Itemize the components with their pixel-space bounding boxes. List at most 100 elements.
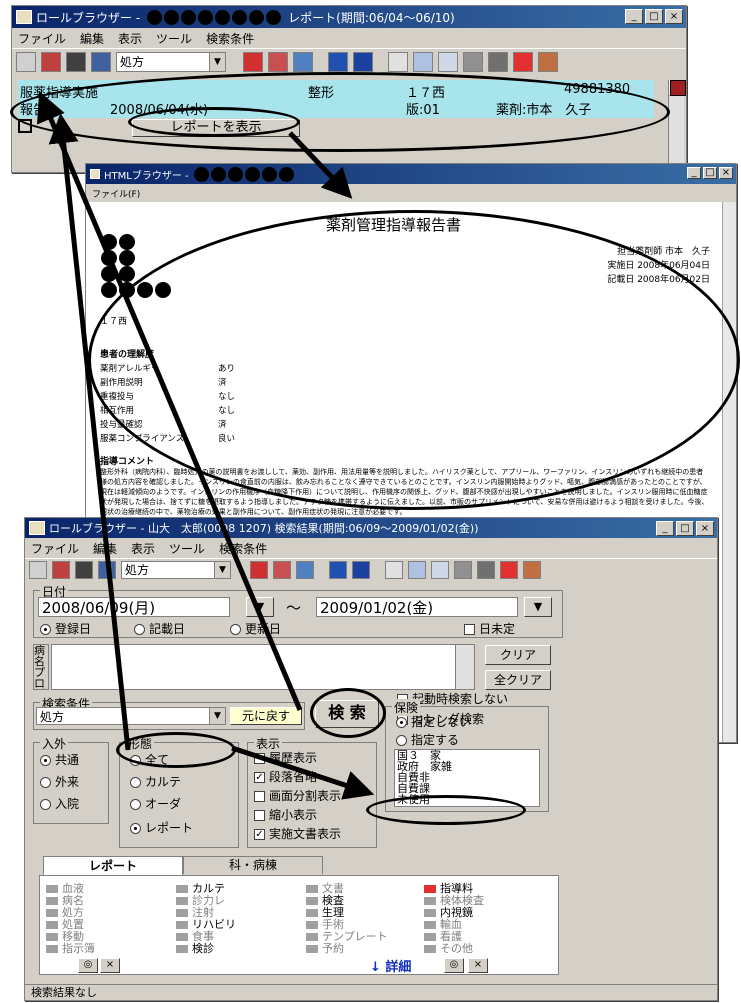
rep-icon[interactable] [293, 51, 313, 72]
disp-split-checkbox[interactable]: 画面分割表示 [254, 787, 341, 804]
no-entry-icon[interactable] [500, 560, 518, 579]
tab-report[interactable]: レポート [43, 856, 183, 876]
ins-specify-radio[interactable]: 指定する [396, 731, 459, 748]
red-doc-icon[interactable] [243, 51, 263, 72]
blue-frame-icon[interactable] [353, 51, 373, 72]
disp-omit-paragraph-checkbox[interactable]: ✓ 段落省略 [254, 768, 317, 785]
image-icon[interactable] [454, 560, 472, 579]
menu-file[interactable]: ファイル(F) [92, 190, 140, 200]
date-from-field[interactable]: 2008/06/09(月) [38, 597, 230, 617]
report-type-option[interactable]: 予約 [306, 940, 344, 956]
report-type-option[interactable]: 検診 [176, 940, 214, 956]
tree-icon[interactable] [431, 560, 449, 579]
clear-all-button[interactable]: 全クリア [485, 670, 551, 690]
date-opt-recorded[interactable]: 記載日 [134, 620, 185, 637]
close-button[interactable]: × [665, 9, 683, 24]
problem-list[interactable] [51, 644, 475, 690]
menu-search-conditions[interactable]: 検索条件 [219, 540, 267, 556]
pen-icon[interactable] [385, 560, 403, 579]
eye-button[interactable]: ◎ [78, 958, 98, 973]
chart-icon[interactable] [52, 560, 70, 579]
category-combo[interactable]: 処方 ▼ [121, 560, 231, 579]
image-icon[interactable] [463, 51, 483, 72]
side-bookmark-icon[interactable] [670, 80, 686, 96]
gallery-icon[interactable] [488, 51, 508, 72]
menu-tools[interactable]: ツール [156, 30, 192, 46]
menu-edit[interactable]: 編集 [93, 540, 117, 556]
menu-edit[interactable]: 編集 [80, 30, 104, 46]
binoculars-icon[interactable] [66, 51, 86, 72]
no-entry-icon[interactable] [513, 51, 533, 72]
doc-scrollbar[interactable] [722, 202, 736, 742]
ruler-icon[interactable] [413, 51, 433, 72]
chart-icon[interactable] [41, 51, 61, 72]
red-list-icon[interactable] [268, 51, 288, 72]
restore-button[interactable]: 元に戻す [230, 707, 302, 725]
ins-unspecified-radio[interactable]: 指定しない [396, 713, 471, 730]
form-report-radio[interactable]: レポート [130, 819, 193, 836]
maximize-button[interactable]: □ [676, 521, 694, 536]
minimize-button[interactable]: _ [687, 167, 701, 179]
blue-frame-icon[interactable] [352, 560, 370, 579]
eye-button-2[interactable]: ◎ [444, 958, 464, 973]
print-icon[interactable] [16, 51, 36, 72]
window-icon[interactable] [91, 51, 111, 72]
problem-scrollbar[interactable] [455, 644, 475, 690]
insurance-list[interactable]: 国３ 家政府 家雑 自費非 自費課 未使用 [394, 749, 540, 807]
gallery-icon[interactable] [477, 560, 495, 579]
close-button[interactable]: × [719, 167, 733, 179]
menu-file[interactable]: ファイル [18, 30, 66, 46]
detail-button[interactable]: ↓ 詳細 [370, 956, 411, 975]
inout-common-radio[interactable]: 共通 [40, 751, 79, 768]
date-to-dropdown[interactable]: ▼ [524, 597, 552, 617]
form-karte-radio[interactable]: カルテ [130, 773, 181, 790]
rep-icon[interactable] [296, 560, 314, 579]
red-doc-icon[interactable] [250, 560, 268, 579]
minimize-button[interactable]: _ [656, 521, 674, 536]
person-icon[interactable] [538, 51, 558, 72]
disp-history-checkbox[interactable]: 履歴表示 [254, 749, 317, 766]
search-button[interactable]: 検 索 [315, 700, 379, 728]
menu-tools[interactable]: ツール [169, 540, 205, 556]
window-icon[interactable] [98, 560, 116, 579]
x-button[interactable]: × [100, 958, 120, 973]
row-pharmacist: 薬剤:市本 久子 [496, 103, 592, 118]
red-list-icon[interactable] [273, 560, 291, 579]
ruler-icon[interactable] [408, 560, 426, 579]
maximize-button[interactable]: □ [645, 9, 663, 24]
print-icon[interactable] [29, 560, 47, 579]
blue-square-icon[interactable] [329, 560, 347, 579]
tab-dept-ward[interactable]: 科・病棟 [183, 856, 323, 874]
tree-icon[interactable] [438, 51, 458, 72]
date-to-field[interactable]: 2009/01/02(金) [316, 597, 518, 617]
clear-button[interactable]: クリア [485, 645, 551, 665]
report-row[interactable]: 服薬指導実施 整形 １７西 49881380 報告 2008/06/04(水) … [18, 80, 654, 118]
blue-square-icon[interactable] [328, 51, 348, 72]
form-order-radio[interactable]: オーダ [130, 795, 181, 812]
minimize-button[interactable]: _ [625, 9, 643, 24]
report-type-option[interactable]: 指示簿 [46, 940, 95, 956]
inout-inpatient-radio[interactable]: 入院 [40, 795, 79, 812]
close-button[interactable]: × [696, 521, 714, 536]
menu-view[interactable]: 表示 [118, 30, 142, 46]
person-icon[interactable] [523, 560, 541, 579]
pen-icon[interactable] [388, 51, 408, 72]
binoculars-icon[interactable] [75, 560, 93, 579]
condition-combo[interactable]: 処方 ▼ [36, 707, 226, 725]
undetermined-checkbox[interactable]: 日未定 [464, 620, 515, 637]
date-opt-updated[interactable]: 更新日 [230, 620, 281, 637]
category-combo[interactable]: 処方 ▼ [116, 51, 226, 72]
date-from-dropdown[interactable]: ▼ [246, 597, 274, 617]
menu-view[interactable]: 表示 [131, 540, 155, 556]
show-report-button[interactable]: レポートを表示 [132, 119, 300, 137]
disp-impl-doc-checkbox[interactable]: ✓ 実施文書表示 [254, 825, 341, 842]
maximize-button[interactable]: □ [703, 167, 717, 179]
disp-shrink-checkbox[interactable]: 縮小表示 [254, 806, 317, 823]
x-button-2[interactable]: × [468, 958, 488, 973]
menu-file[interactable]: ファイル [31, 540, 79, 556]
menu-search-conditions[interactable]: 検索条件 [206, 30, 254, 46]
date-opt-registered[interactable]: 登録日 [40, 620, 91, 637]
form-all-radio[interactable]: 全て [130, 751, 169, 768]
inout-outpatient-radio[interactable]: 外来 [40, 773, 79, 790]
report-type-option[interactable]: その他 [424, 940, 473, 956]
